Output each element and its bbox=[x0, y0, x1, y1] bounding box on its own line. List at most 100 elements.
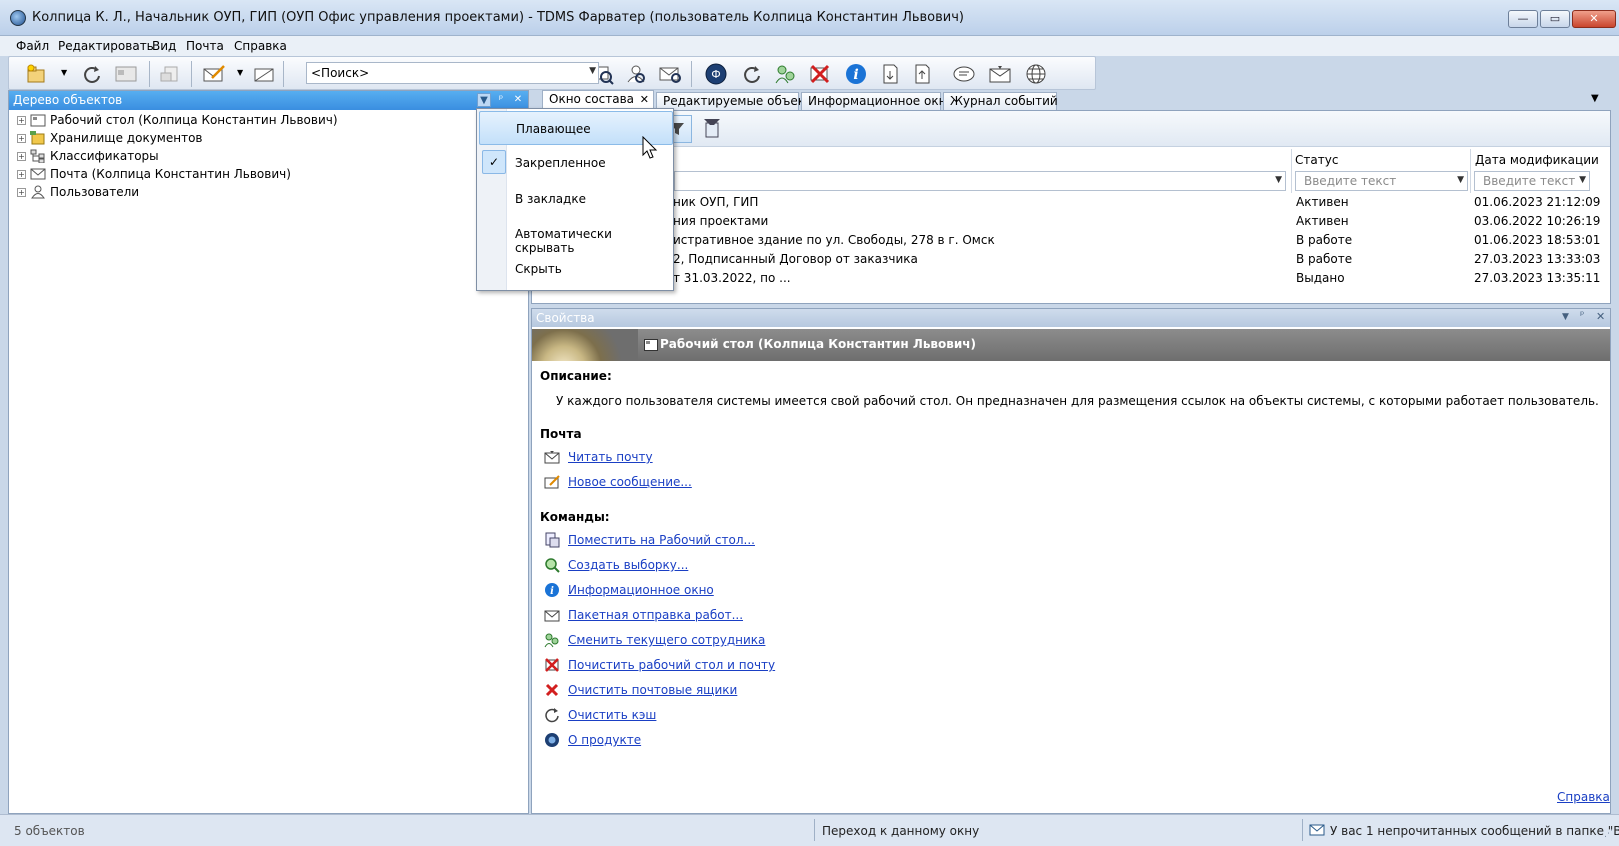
info-window-icon[interactable]: i bbox=[843, 62, 869, 86]
link-text[interactable]: Очистить почтовые ящики bbox=[568, 683, 737, 697]
search-users-icon[interactable] bbox=[623, 62, 649, 86]
tab-edited-objects[interactable]: Редактируемые объекты bbox=[656, 92, 821, 110]
menu-item-tabbed[interactable]: В закладке bbox=[479, 182, 673, 216]
read-mail-link[interactable]: Читать почту bbox=[544, 447, 653, 467]
tree-item-label: Рабочий стол (Колпица Константин Львович… bbox=[50, 113, 338, 127]
name-filter-input[interactable]: ▼ bbox=[674, 171, 1286, 191]
search-mail-icon[interactable] bbox=[657, 62, 683, 86]
panel-menu-icon[interactable]: ▼ bbox=[477, 93, 491, 107]
panel-close-icon[interactable]: ✕ bbox=[1596, 310, 1605, 323]
link-text[interactable]: Пакетная отправка работ... bbox=[568, 608, 743, 622]
batch-send-icon[interactable] bbox=[987, 62, 1013, 86]
minimize-button[interactable]: — bbox=[1508, 10, 1538, 28]
link-text[interactable]: Сменить текущего сотрудника bbox=[568, 633, 765, 647]
card-icon[interactable] bbox=[113, 62, 139, 86]
link-text[interactable]: Информационное окно bbox=[568, 583, 714, 597]
tdms-logo-icon[interactable]: Ф bbox=[703, 62, 729, 86]
resize-grip-icon[interactable]: ⋰ bbox=[1604, 829, 1613, 839]
command-link[interactable]: Поместить на Рабочий стол... bbox=[544, 530, 755, 550]
command-link[interactable]: Сменить текущего сотрудника bbox=[544, 630, 765, 650]
command-link[interactable]: Почистить рабочий стол и почту bbox=[544, 655, 775, 675]
menu-view[interactable]: Вид bbox=[152, 39, 176, 53]
new-message-icon[interactable] bbox=[201, 62, 227, 86]
object-count: 5 объектов bbox=[14, 824, 85, 838]
expand-icon[interactable]: + bbox=[17, 115, 26, 125]
table-row[interactable]: ник ОУП, ГИП Активен 01.06.2023 21:12:09 bbox=[532, 193, 1610, 212]
pin-icon[interactable]: ᵖ bbox=[494, 93, 508, 107]
panel-close-icon[interactable]: ✕ bbox=[511, 93, 525, 107]
filter-dropdown-icon[interactable]: ▼ bbox=[1275, 175, 1282, 185]
tree-item-desktop[interactable]: + Рабочий стол (Колпица Константин Львов… bbox=[17, 111, 338, 129]
tab-event-log[interactable]: Журнал событий bbox=[943, 92, 1058, 110]
link-text[interactable]: Создать выборку... bbox=[568, 558, 688, 572]
tab-info-window[interactable]: Информационное окно bbox=[801, 92, 954, 110]
column-header-modified[interactable]: Дата модификации bbox=[1475, 153, 1599, 167]
command-link[interactable]: Создать выборку... bbox=[544, 555, 688, 575]
menu-item-hide[interactable]: Скрыть bbox=[479, 252, 673, 286]
tab-close-icon[interactable]: ✕ bbox=[640, 93, 649, 106]
clear-cache-icon[interactable] bbox=[739, 62, 765, 86]
link-text[interactable]: О продукте bbox=[568, 733, 641, 747]
refresh-icon[interactable] bbox=[79, 62, 105, 86]
link-text[interactable]: Поместить на Рабочий стол... bbox=[568, 533, 755, 547]
menu-help[interactable]: Справка bbox=[234, 39, 287, 53]
link-text[interactable]: Новое сообщение... bbox=[568, 475, 692, 489]
tabs-overflow-icon[interactable]: ▼ bbox=[1591, 93, 1599, 104]
menu-edit[interactable]: Редактировать bbox=[58, 39, 154, 53]
clean-desktop-icon[interactable] bbox=[807, 62, 833, 86]
close-button[interactable]: ✕ bbox=[1572, 10, 1616, 28]
menu-file[interactable]: Файл bbox=[16, 39, 49, 53]
maximize-button[interactable]: ▭ bbox=[1540, 10, 1570, 28]
command-link[interactable]: Очистить почтовые ящики bbox=[544, 680, 737, 700]
unread-mail-status[interactable]: У вас 1 непрочитанных сообщений в папке … bbox=[1330, 824, 1619, 838]
search-dropdown-icon[interactable]: ▼ bbox=[589, 66, 596, 76]
table-row[interactable]: 2, Подписанный Договор от заказчика В ра… bbox=[532, 250, 1610, 269]
table-row[interactable]: истративное здание по ул. Свободы, 278 в… bbox=[532, 231, 1610, 250]
panel-menu-icon[interactable]: ▼ bbox=[1562, 312, 1569, 322]
help-link[interactable]: Справка bbox=[1557, 790, 1610, 804]
mail-icon bbox=[30, 167, 46, 181]
column-filter-icon[interactable] bbox=[702, 117, 722, 139]
comment-icon[interactable] bbox=[951, 62, 977, 86]
link-text[interactable]: Почистить рабочий стол и почту bbox=[568, 658, 775, 672]
new-object-icon[interactable] bbox=[23, 62, 49, 86]
search-input[interactable]: <Поиск> ▼ bbox=[306, 62, 599, 84]
expand-icon[interactable]: + bbox=[17, 133, 26, 143]
message-dropdown-icon[interactable]: ▼ bbox=[237, 68, 243, 77]
command-link[interactable]: Очистить кэш bbox=[544, 705, 656, 725]
command-link[interactable]: Пакетная отправка работ... bbox=[544, 605, 743, 625]
document-up-icon[interactable] bbox=[909, 62, 935, 86]
new-message-link[interactable]: Новое сообщение... bbox=[544, 472, 692, 492]
add-to-desktop-icon[interactable] bbox=[157, 62, 183, 86]
link-text[interactable]: Читать почту bbox=[568, 450, 653, 464]
table-row[interactable]: т 31.03.2022, по ... Выдано 27.03.2023 1… bbox=[532, 269, 1610, 288]
link-text[interactable]: Очистить кэш bbox=[568, 708, 656, 722]
filter-dropdown-icon[interactable]: ▼ bbox=[1579, 175, 1586, 185]
unread-mail-icon[interactable] bbox=[1309, 824, 1325, 836]
menu-mail[interactable]: Почта bbox=[186, 39, 224, 53]
pin-icon[interactable]: ᵖ bbox=[1580, 310, 1584, 321]
date-filter-input[interactable]: Введите текст ▼ bbox=[1474, 171, 1590, 191]
tree-item-classifiers[interactable]: + Классификаторы bbox=[17, 147, 159, 165]
command-link[interactable]: О продукте bbox=[544, 730, 641, 750]
table-row[interactable]: ния проектами Активен 03.06.2022 10:26:1… bbox=[532, 212, 1610, 231]
add-to-desktop-icon bbox=[544, 532, 560, 548]
tree-item-document-storage[interactable]: + Хранилище документов bbox=[17, 129, 202, 147]
globe-icon[interactable] bbox=[1023, 62, 1049, 86]
change-employee-icon[interactable] bbox=[773, 62, 799, 86]
mouse-cursor-icon bbox=[642, 136, 658, 160]
expand-icon[interactable]: + bbox=[17, 169, 26, 179]
command-link[interactable]: i Информационное окно bbox=[544, 580, 714, 600]
tree-item-mail[interactable]: + Почта (Колпица Константин Львович) bbox=[17, 165, 291, 183]
expand-icon[interactable]: + bbox=[17, 151, 26, 161]
filter-dropdown-icon[interactable]: ▼ bbox=[1457, 175, 1464, 185]
column-header-status[interactable]: Статус bbox=[1295, 153, 1338, 167]
document-down-icon[interactable] bbox=[877, 62, 903, 86]
expand-icon[interactable]: + bbox=[17, 187, 26, 197]
send-message-icon[interactable] bbox=[251, 62, 277, 86]
tab-composition[interactable]: Окно состава ✕ bbox=[542, 90, 654, 110]
tree-item-users[interactable]: + Пользователи bbox=[17, 183, 139, 201]
new-dropdown-icon[interactable]: ▼ bbox=[61, 68, 67, 77]
status-filter-input[interactable]: Введите текст ▼ bbox=[1295, 171, 1468, 191]
menu-item-autohide[interactable]: Автоматически скрывать bbox=[479, 217, 673, 255]
